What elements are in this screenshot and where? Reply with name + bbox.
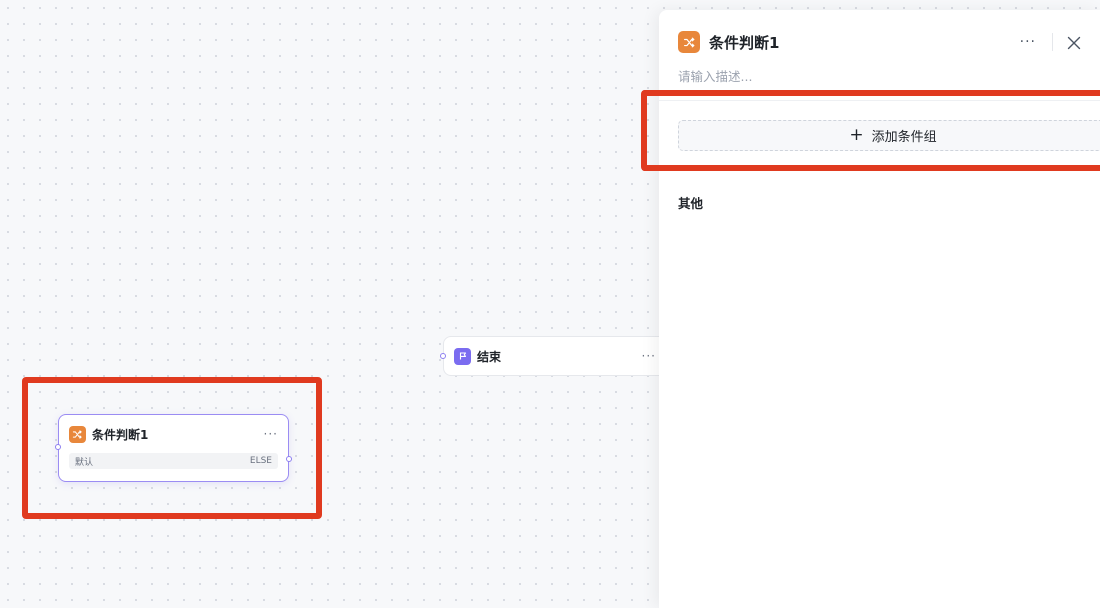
plus-icon: + [849,125,864,145]
panel-header: 条件判断1 ··· [659,10,1100,74]
node-config-panel: 条件判断1 ··· 请输入描述... + 添加条件组 其他 [659,10,1100,608]
condition-node-header: 条件判断1 ··· [59,415,288,453]
condition-node-title: 条件判断1 [92,427,149,442]
condition-node-else-port[interactable] [286,456,292,462]
shuffle-icon [678,31,700,53]
close-icon[interactable] [1067,35,1081,50]
else-row-value: ELSE [249,456,272,466]
condition-else-row: 默认 ELSE [69,453,278,469]
condition-node-input-port[interactable] [55,444,61,450]
panel-actions: ··· [1020,33,1081,51]
add-condition-group-button[interactable]: + 添加条件组 [678,120,1100,151]
condition-node-more-icon[interactable]: ··· [264,428,278,440]
end-node-input-port[interactable] [440,353,446,359]
description-input[interactable]: 请输入描述... [678,66,752,85]
else-row-label: 默认 [75,457,94,468]
end-node-header: 结束 ··· [444,337,672,375]
panel-divider [659,100,1100,101]
panel-separator [1052,33,1053,51]
condition-node[interactable]: 条件判断1 ··· 默认 ELSE [55,414,292,482]
add-condition-group-label: 添加条件组 [871,130,937,145]
end-node-title: 结束 [477,349,502,364]
end-node-more-icon[interactable]: ··· [642,350,656,362]
panel-more-icon[interactable]: ··· [1020,34,1036,50]
shuffle-icon [69,425,86,443]
others-section-label: 其他 [678,196,704,211]
end-node[interactable]: 结束 ··· [440,336,673,376]
flag-icon [454,347,471,365]
panel-title[interactable]: 条件判断1 [709,32,779,53]
